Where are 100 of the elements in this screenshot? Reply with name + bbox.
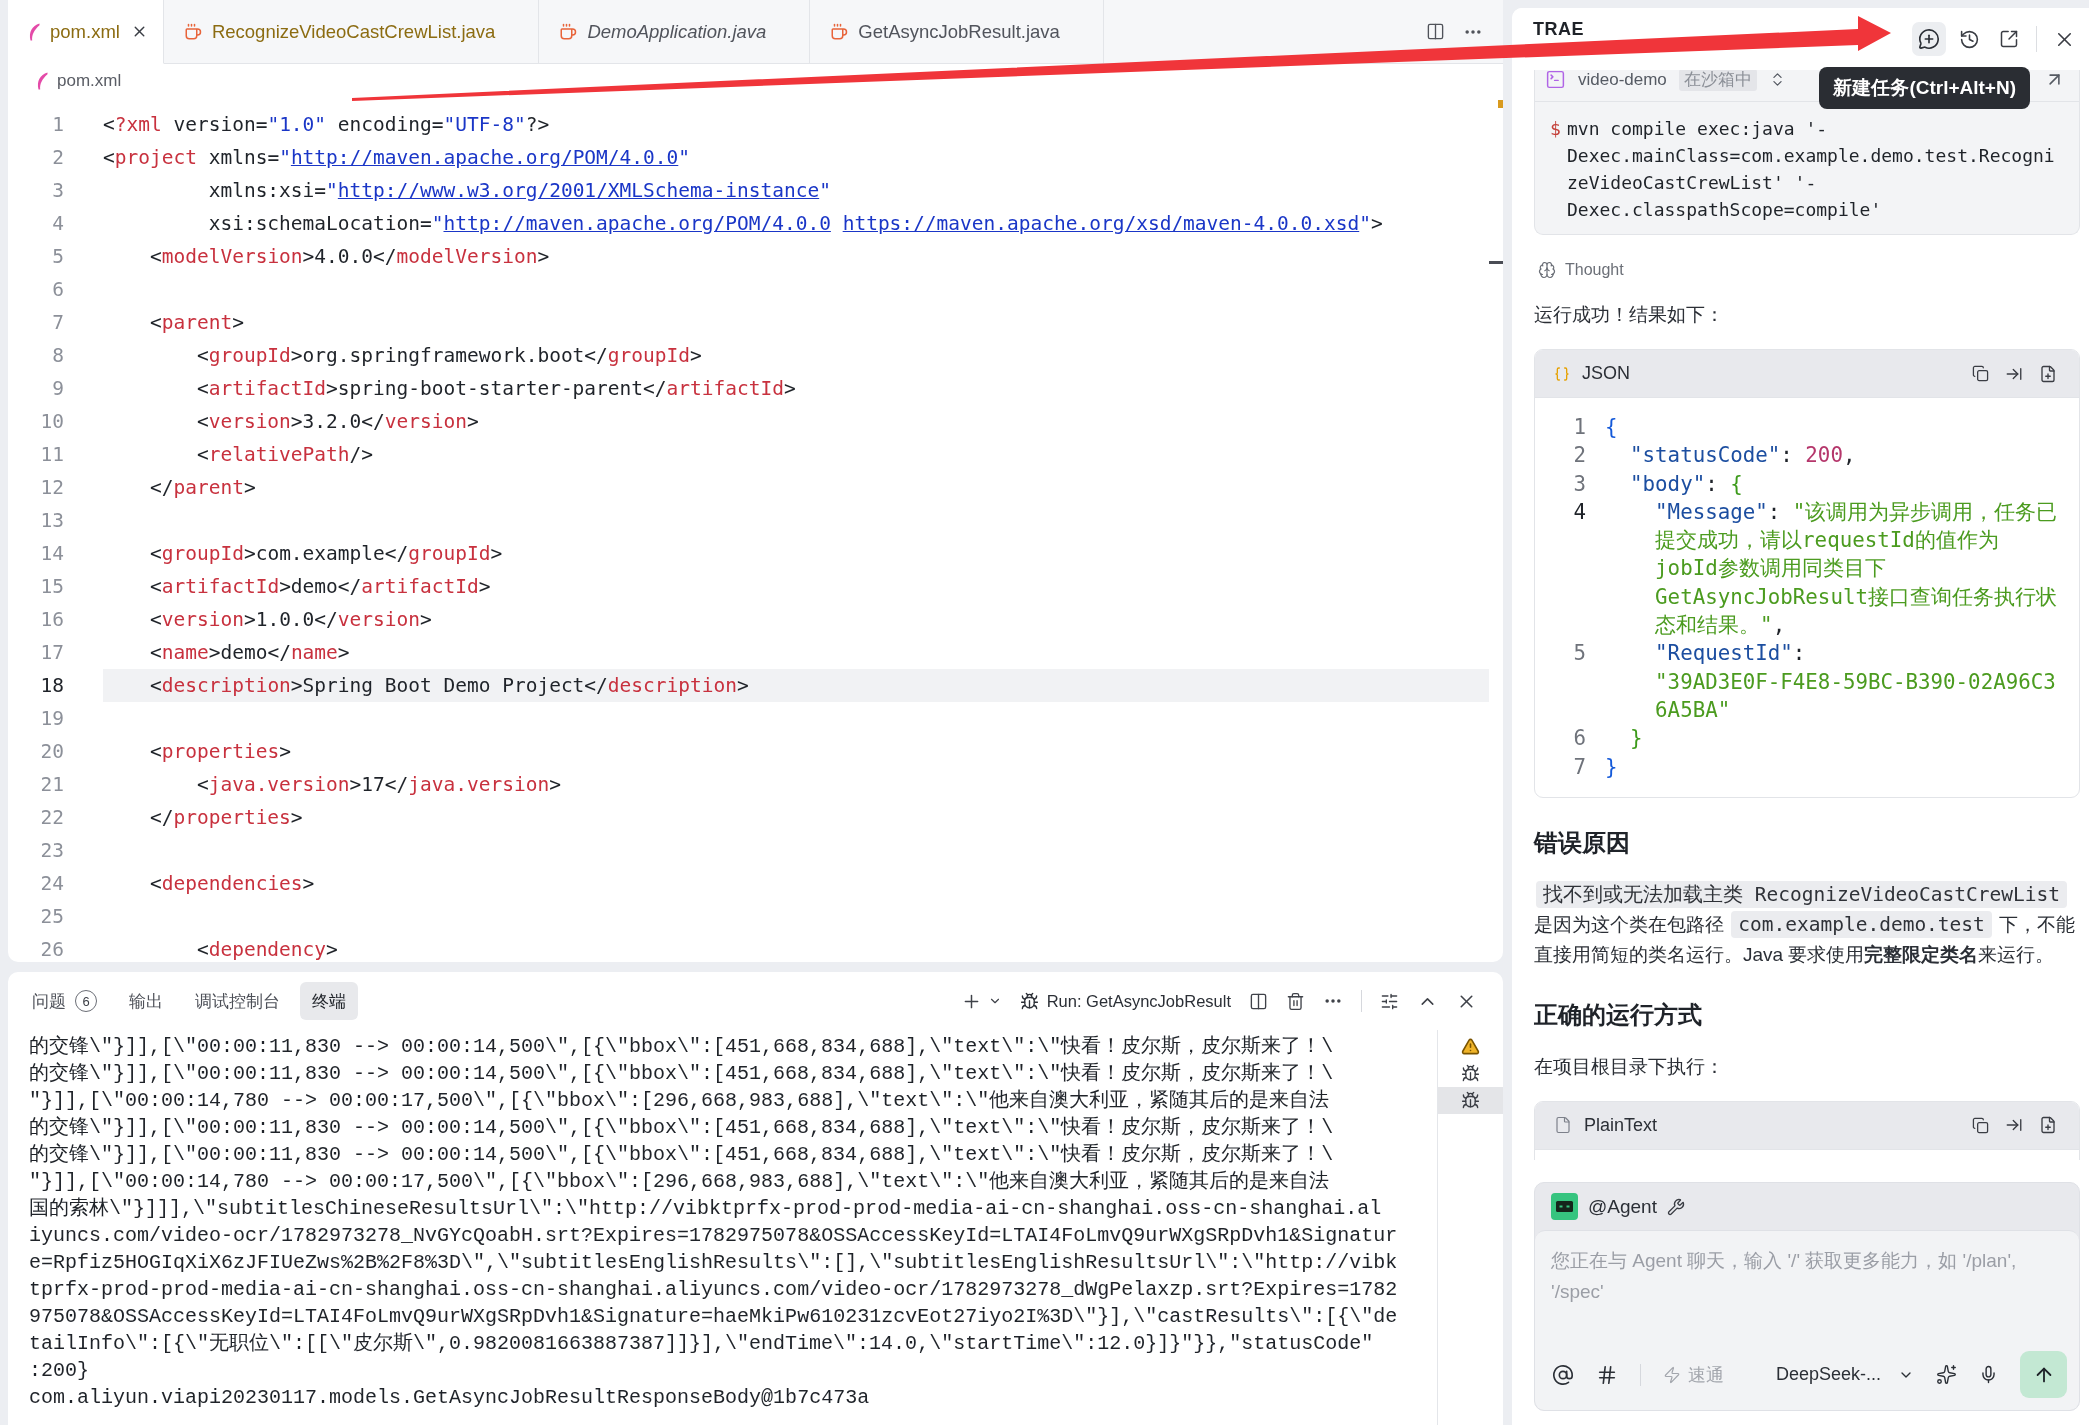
code-line: } [1605,753,1619,781]
panel-tab[interactable]: 输出 [117,982,175,1020]
url-link[interactable]: http://maven.apache.org/POM/4.0.0 [290,146,679,169]
code-line: </parent> [149,475,256,501]
code-line: <dependency> [196,937,338,962]
tooltip: 新建任务(Ctrl+Alt+N) [1819,67,2030,109]
terminal-line: com.aliyun.viapi20230117.models.GetAsyncJobResultResponseBody@1b7c473a [29,1385,870,1411]
url-link[interactable]: http://maven.apache.org/POM/4.0.0 [443,212,831,235]
terminal-line: "}]],[\"00:00:14,780 --> 00:00:17,500\",[{\"bbox\":[296,668,983,688],\"text\":\"他来自澳大利亚，紧随其后的是来自法 [29,1169,1330,1195]
file-plus-icon[interactable] [2039,364,2057,383]
url-link[interactable]: https://maven.apache.org/xsd/maven-4.0.0.xsd [842,212,1360,235]
file-plus-icon[interactable] [2039,1116,2057,1135]
split-icon[interactable] [1426,22,1445,41]
line-number: 5 [1572,640,1586,668]
code-line: </properties> [149,805,303,831]
thought-label[interactable]: Thought [1565,261,1624,279]
line-number: 26 [39,937,64,962]
line-number: 3 [1572,470,1586,498]
code-language-label: JSON [1582,363,1630,384]
editor-tab[interactable]: pom.xml [8,0,164,64]
line-number: 22 [39,805,64,831]
external-link-icon[interactable] [1999,29,2019,49]
terminal-line: tailInfo\":[{\"无职位\":[[\"皮尔斯\",0.9820081663887387]]}],\"endTime\":14.0,\"startTime\":12.0}]}"}},"statusCode" [29,1331,1374,1357]
message-composer[interactable]: 您正在与 Agent 聊天，输入 '/' 获取更多能力，如 '/plan', '/spec' 速通 DeepSeek-... [1535,1230,2079,1410]
terminal-line: 975078&OSSAccessKeyId=LTAI4FoLmvQ9urWXgSRpDvh1&Signature=haeMkiPw610231zcvEot27iyo2I%3D\"}],\"castResults\":[{\"de [29,1304,1398,1330]
line-number: 16 [39,607,64,633]
terminal-line: 的交锋\"}]],[\"00:00:11,830 --> 00:00:14,500\",[{\"bbox\":[451,668,834,688],\"text\":\"快看！皮尔斯，皮尔斯来了！\ [29,1115,1334,1141]
at-sign-icon[interactable] [1552,1363,1574,1386]
terminal-session-tab[interactable] [1438,1087,1503,1114]
line-number: 10 [39,409,64,435]
panel-tab[interactable]: 终端 [300,982,358,1020]
code-line: <groupId>org.springframework.boot</groupId> [196,343,702,369]
command-text: mvn compile exec:java '-Dexec.mainClass=com.example.demo.test.RecognizeVideoCastCrewList' '-Dexec.classpathScope=compile' [1567,117,2056,222]
terminal-line: tprfx-prod-prod-media-ai-cn-shanghai.oss-cn-shanghai.aliyuncs.com/video-ocr/1782973278_dWgPelaxzp.srt?Expires=1782 [29,1277,1398,1303]
code-line: <relativePath/> [196,442,374,468]
project-name[interactable]: video-demo [1578,70,1667,90]
code-line: "body": { [1630,470,1744,498]
brain-icon [1538,261,1556,279]
terminal-line: 的交锋\"}]],[\"00:00:11,830 --> 00:00:14,500\",[{\"bbox\":[451,668,834,688],\"text\":\"快看！皮尔斯，皮尔斯来了！\ [29,1034,1334,1060]
code-line: <?xml version="1.0" encoding="UTF-8"?> [103,112,550,138]
url-link[interactable]: http://www.w3.org/2001/XMLSchema-instance [337,179,820,202]
panel-tab[interactable]: 问题 6 [20,982,109,1020]
sliders-icon[interactable] [1380,991,1399,1011]
terminal-line: 的交锋\"}]],[\"00:00:11,830 --> 00:00:14,500\",[{\"bbox\":[451,668,834,688],\"text\":\"快看！皮尔斯，皮尔斯来了！\ [29,1061,1334,1087]
code-line: "RequestId": "39AD3E0F-F4E8-59BC-B390-02A96C36A5BA" [1655,640,2057,724]
microphone-icon[interactable] [1979,1365,1998,1384]
new-task-button[interactable] [1912,22,1946,56]
trash-icon[interactable] [1286,991,1305,1011]
terminal-icon [1545,70,1566,90]
scroll-marker [1489,261,1503,264]
breadcrumb-item[interactable]: pom.xml [57,71,122,91]
chat-plus-icon [1918,28,1940,50]
copy-icon[interactable] [1972,1116,1989,1134]
file-icon [1554,1116,1572,1135]
code-line: xsi:schemaLocation="http://maven.apache.org/POM/4.0.0 https://maven.apache.org/xsd/maven-4.0.0.xsd"> [208,211,1383,237]
coffee-cup-icon [559,22,578,41]
wrench-icon[interactable] [1666,1197,1685,1216]
feather-icon [36,72,48,90]
line-number: 4 [51,211,64,237]
code-line: <version>1.0.0</version> [149,607,432,633]
code-line: <name>demo</name> [149,640,350,666]
editor-tab[interactable]: DemoApplication.java [539,0,811,64]
editor-tab[interactable]: RecognizeVideoCastCrewList.java [163,0,540,64]
line-number: 18 [39,673,64,699]
editor-tab[interactable]: GetAsyncJobResult.java [810,0,1104,64]
run-configuration-button[interactable]: Run: GetAsyncJobResult [1019,991,1231,1011]
terminal-line: e=Rpfiz5HOGIqXiX6zJFIUeZws%2B%2F8%3D\",\"subtitlesEnglishResults\":[],\"subtitlesEnglishResultsUrl\":\"http://vibk [29,1250,1398,1276]
history-icon[interactable] [1958,28,1980,50]
line-number: 12 [39,475,64,501]
line-number: 6 [1572,725,1586,753]
warning-icon [1461,1037,1480,1056]
paragraph-text: 找不到或无法加载主类 RecognizeVideoCastCrewList 是因为这个类在包路径 com.example.demo.test 下，不能直接用简短的类名运行。Java 要求使用完整限定类名来运行。 [1534,879,2077,967]
hash-icon[interactable] [1596,1363,1618,1386]
code-line: <java.version>17</java.version> [196,772,561,798]
line-number: 6 [51,277,64,303]
panel-title: TRAE [1533,19,1584,40]
code-line: { [1605,414,1619,441]
terminal-line: 国的索林\"}]]],\"subtitlesChineseResultsUrl\":\"http://vibktprfx-prod-prod-media-ai-cn-shanghai.oss-cn-shanghai.al [29,1196,1382,1222]
line-number: 11 [39,442,64,468]
model-select[interactable]: DeepSeek-... [1775,1364,1914,1385]
feather-icon [28,22,40,41]
line-number: 7 [51,310,64,336]
bug-icon [1461,1091,1480,1110]
line-number: 15 [39,574,64,600]
code-language-label: PlainText [1584,1114,1658,1136]
chat-input[interactable]: 您正在与 Agent 聊天，输入 '/' 获取更多能力，如 '/plan', '/spec' [1535,1231,2079,1351]
sparkle-icon[interactable] [1936,1364,1957,1385]
terminal-line: "}]],[\"00:00:14,780 --> 00:00:17,500\",[{\"bbox\":[296,668,983,688],\"text\":\"他来自澳大利亚，紧随其后的是来自法 [29,1088,1330,1114]
code-line: <artifactId>spring-boot-starter-parent</artifactId> [196,376,796,402]
code-line: <version>3.2.0</version> [196,409,479,435]
terminal-line: iyuncs.com/video-ocr/1782973278_NvGYcQoabH.srt?Expires=1782975078&OSSAccessKeyId=LTAI4FoLmvQ9urWXgSRpDvh1&Signatur [29,1223,1398,1249]
line-number: 2 [1572,442,1586,470]
copy-icon[interactable] [1972,365,1989,382]
line-number: 2 [51,145,64,171]
panel-tab[interactable]: 调试控制台 [183,982,292,1020]
split-icon[interactable] [1249,991,1268,1011]
code-line: xmlns:xsi="http://www.w3.org/2001/XMLSchema-instance" [208,178,831,204]
line-number: 5 [51,244,64,270]
line-number: 14 [39,541,64,567]
bug-icon [1461,1064,1480,1083]
